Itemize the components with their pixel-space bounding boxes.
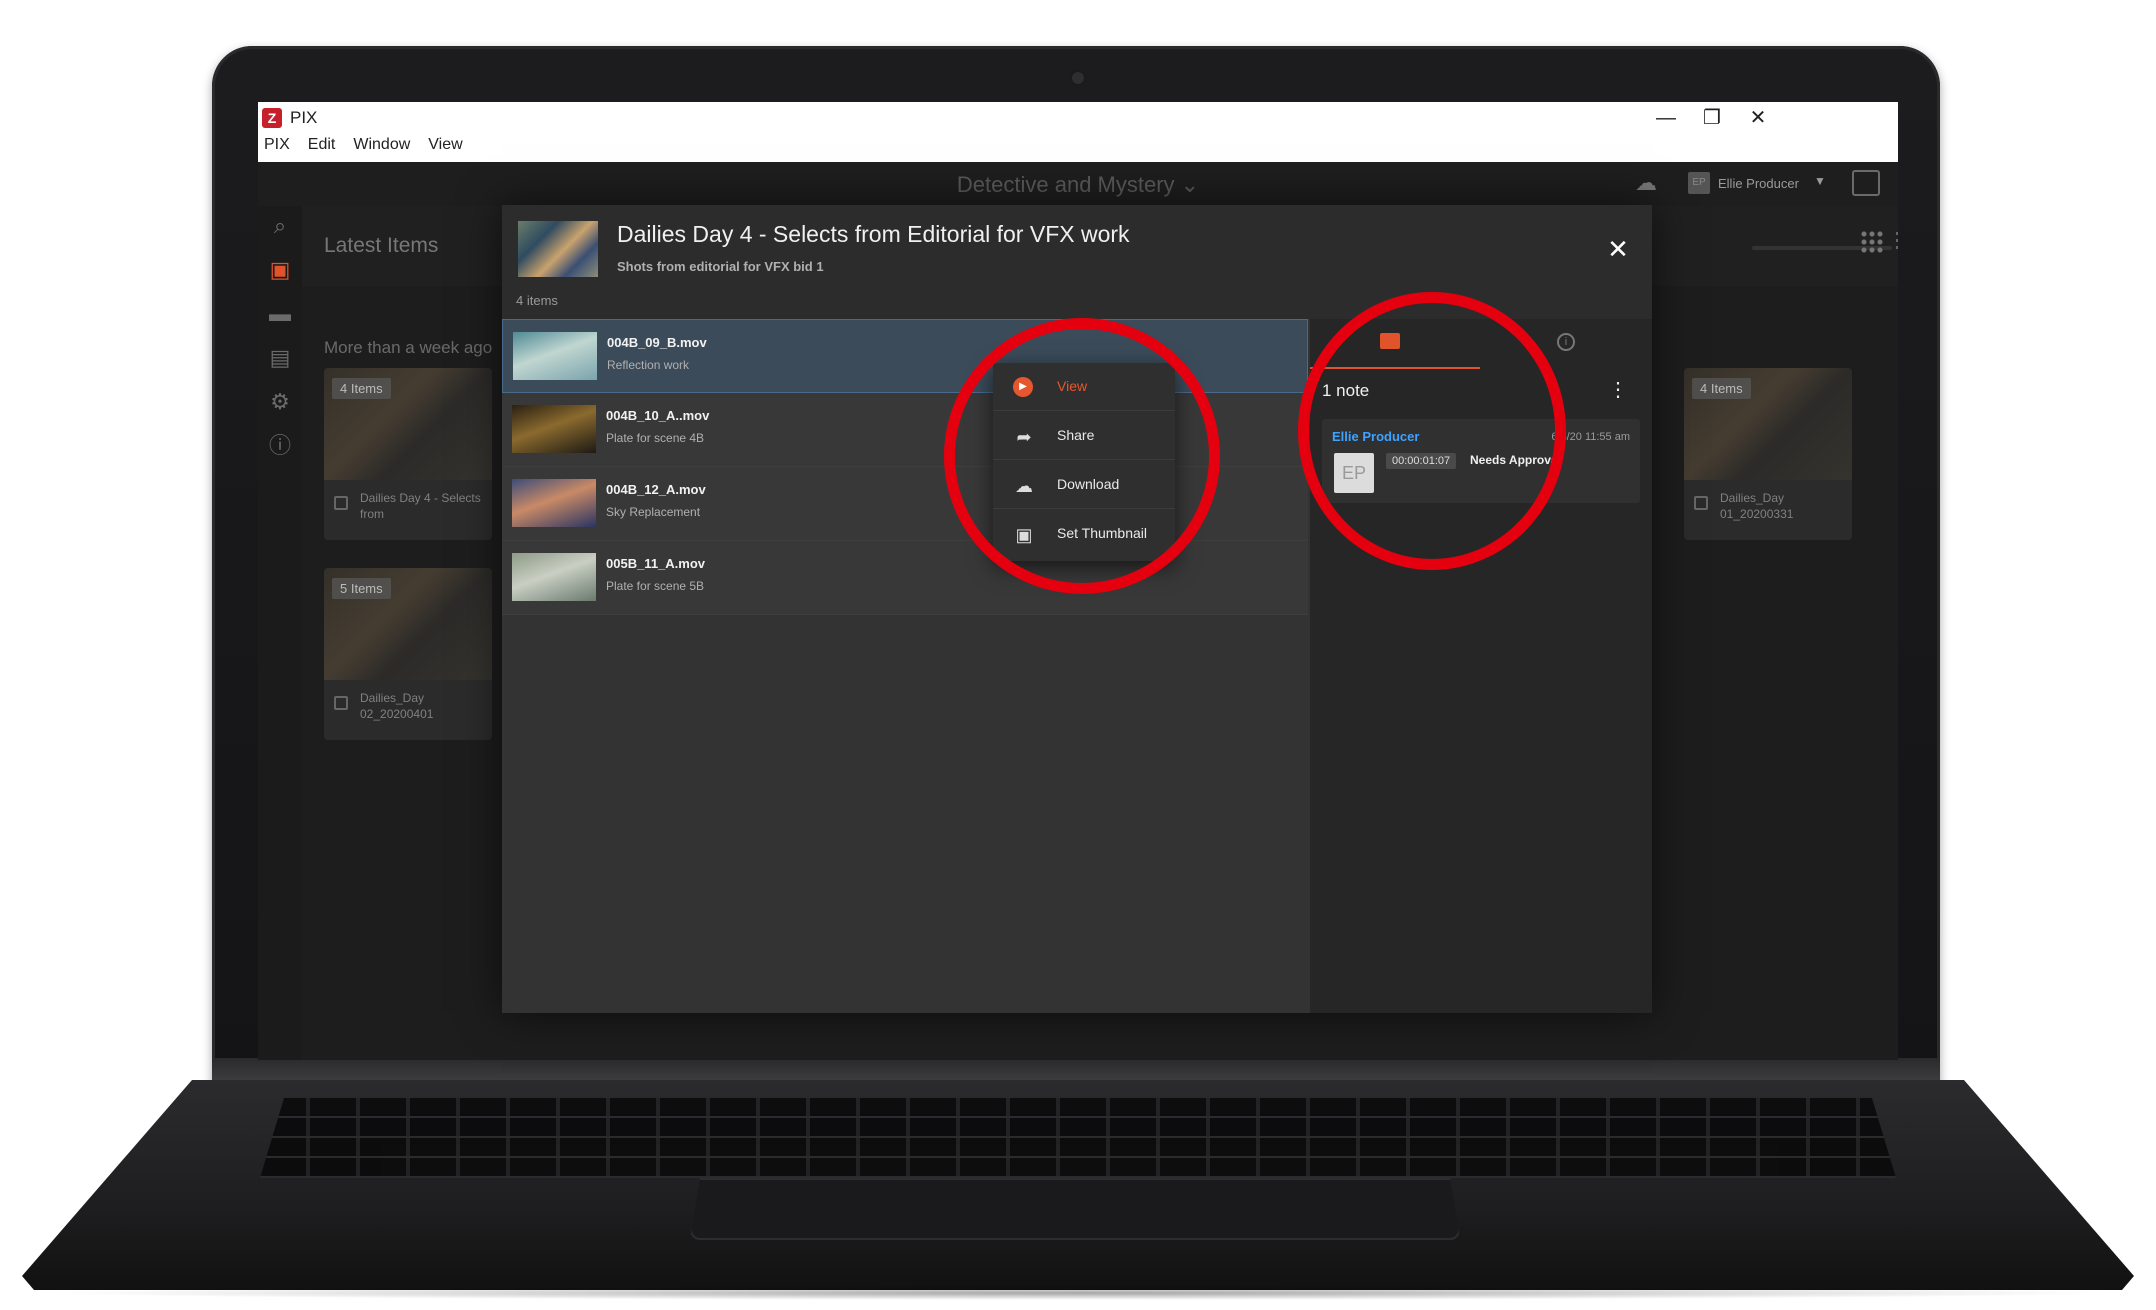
info-icon[interactable]: ⓘ — [266, 432, 294, 460]
inbox-icon[interactable]: ▣ — [266, 256, 294, 284]
screen-share-icon[interactable] — [1852, 170, 1880, 196]
item-description: Sky Replacement — [606, 505, 701, 519]
item-thumbnail — [512, 553, 596, 601]
item-description: Reflection work — [607, 358, 690, 372]
stack-icon — [334, 496, 348, 510]
modal-subtitle: Shots from editorial for VFX bid 1 — [617, 259, 824, 274]
menu-edit[interactable]: Edit — [308, 136, 336, 154]
base-shadow — [40, 1286, 2116, 1300]
card-count: 5 Items — [332, 578, 391, 599]
search-icon[interactable]: ⌕ — [266, 212, 294, 240]
top-bar: Detective and Mystery ⌄ ☁ EP Ellie Produ… — [258, 162, 1898, 206]
menu-pix[interactable]: PIX — [264, 136, 290, 154]
item-thumbnail — [512, 479, 596, 527]
item-count: 4 items — [516, 293, 558, 308]
grid-view-icon[interactable] — [1860, 230, 1884, 254]
window-titlebar: Z PIX — ❐ ✕ PIX Edit Window View — [258, 102, 1898, 162]
card-name: Dailies_Day 02_20200401 — [360, 691, 434, 721]
window-title: PIX — [290, 108, 318, 127]
close-icon[interactable]: ✕ — [1604, 235, 1632, 263]
page-title: Latest Items — [324, 234, 439, 257]
list-item[interactable]: 005B_11_A.mov Plate for scene 5B — [502, 541, 1308, 615]
item-description: Plate for scene 4B — [606, 431, 705, 445]
modal-title: Dailies Day 4 - Selects from Editorial f… — [617, 221, 1130, 247]
card-name: Dailies Day 4 - Selects from — [360, 491, 481, 521]
close-window-button[interactable]: ✕ — [1728, 104, 1788, 132]
stack-icon — [334, 696, 348, 710]
laptop-hinge — [212, 1058, 1940, 1080]
user-name[interactable]: Ellie Producer — [1718, 176, 1799, 191]
highlight-ring-notes — [1298, 292, 1566, 570]
left-nav: ⌕ ▣ ▬ ▤ ⚙ ⓘ — [258, 206, 302, 1060]
highlight-ring-menu — [944, 318, 1220, 594]
card-name: Dailies_Day 01_20200331 — [1720, 491, 1794, 521]
webcam — [1072, 72, 1084, 84]
more-options-icon[interactable]: ⋮ — [1608, 377, 1628, 403]
item-thumbnail — [512, 405, 596, 453]
folder-icon[interactable]: ▬ — [266, 300, 294, 328]
menu-bar: PIX Edit Window View — [264, 136, 463, 154]
item-name: 005B_11_A.mov — [606, 556, 706, 571]
playlist-thumbnail — [518, 221, 598, 277]
card-count: 4 Items — [332, 378, 391, 399]
item-thumbnail — [513, 332, 597, 380]
info-tab-icon[interactable]: i — [1557, 333, 1575, 351]
keyboard-rows — [260, 1098, 1896, 1178]
list-view-icon[interactable] — [1896, 232, 1898, 252]
app-logo-icon: Z — [262, 108, 282, 128]
item-name: 004B_10_A..mov — [606, 408, 710, 423]
item-name: 004B_09_B.mov — [607, 335, 707, 350]
item-description: Plate for scene 5B — [606, 579, 705, 593]
menu-window[interactable]: Window — [353, 136, 410, 154]
user-menu-caret-icon[interactable]: ▼ — [1814, 174, 1826, 188]
playlist-card[interactable]: 4 Items Dailies_Day 01_20200331 — [1684, 368, 1852, 540]
card-count: 4 Items — [1692, 378, 1751, 399]
media-icon[interactable]: ▤ — [266, 344, 294, 372]
playlist-card[interactable]: 4 Items Dailies Day 4 - Selects from — [324, 368, 492, 540]
section-heading: More than a week ago — [324, 338, 493, 357]
user-avatar[interactable]: EP — [1688, 172, 1710, 194]
menu-view[interactable]: View — [428, 136, 462, 154]
item-name: 004B_12_A.mov — [606, 482, 706, 497]
trackpad — [690, 1178, 1460, 1240]
playlist-card[interactable]: 5 Items Dailies_Day 02_20200401 — [324, 568, 492, 740]
cloud-icon[interactable]: ☁ — [1635, 172, 1661, 194]
gear-icon[interactable]: ⚙ — [266, 388, 294, 416]
stack-icon — [1694, 496, 1708, 510]
